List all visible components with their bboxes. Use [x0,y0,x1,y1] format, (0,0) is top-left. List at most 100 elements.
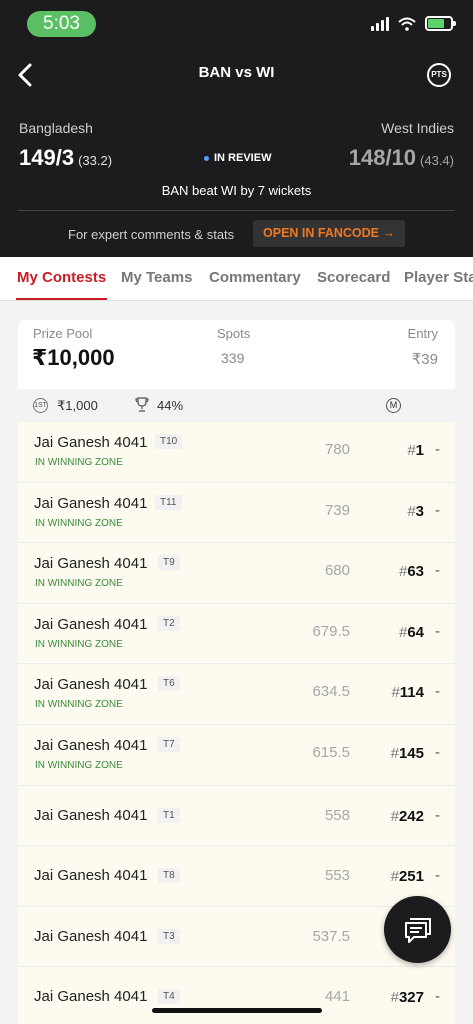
leaderboard-row[interactable]: Jai Ganesh 4041 T7 IN WINNING ZONE 615.5… [18,724,455,786]
multi-entry-icon: M [386,398,401,413]
team-badge: T8 [158,868,180,884]
expert-comments-text: For expert comments & stats [68,227,235,242]
row-points: 537.5 [312,927,350,945]
spots-value: 339 [221,350,245,366]
first-prize-icon: 1ST [33,398,48,413]
match-header: 5:03 BAN vs WI PTS Bangladesh West Indie… [0,0,473,257]
active-tab-indicator [16,298,107,300]
winning-zone-label: IN WINNING ZONE [35,699,123,711]
leaderboard-row[interactable]: Jai Ganesh 4041 T10 IN WINNING ZONE 780 … [18,422,455,483]
row-points: 558 [324,806,350,824]
rank-change-indicator: - [435,988,440,1006]
leaderboard-row[interactable]: Jai Ganesh 4041 T9 IN WINNING ZONE 680 #… [18,543,455,604]
chat-button[interactable] [384,896,451,963]
tab-player-stats[interactable]: Player Sta [404,269,473,286]
team-badge: T7 [158,736,180,752]
open-fancode-button[interactable]: OPEN IN FANCODE → [253,220,405,247]
row-points: 553 [324,867,350,885]
winning-zone-label: IN WINNING ZONE [35,638,123,650]
tab-scorecard[interactable]: Scorecard [317,269,390,286]
battery-icon [425,16,456,31]
player-name: Jai Ganesh 4041 [34,806,148,824]
rank-change-indicator: - [435,622,440,640]
player-name: Jai Ganesh 4041 [34,867,148,885]
overs-right: (43.4) [420,153,454,168]
rank-change-indicator: - [435,743,440,761]
leaderboard-row[interactable]: Jai Ganesh 4041 T8 553 #251 - [18,846,455,907]
score-right-value: 148/10 [348,145,417,170]
rank-value: 145 [398,744,424,762]
row-rank: #242 [390,807,424,825]
leaderboard-row[interactable]: Jai Ganesh 4041 T6 IN WINNING ZONE 634.5… [18,664,455,725]
team-badge: T3 [158,928,180,944]
row-points: 634.5 [312,683,350,701]
win-percentage: 44% [157,398,184,413]
row-rank: #145 [390,744,424,762]
row-rank: #1 [407,442,424,459]
team-badge: T4 [158,989,180,1005]
player-name: Jai Ganesh 4041 [34,988,148,1006]
row-points: 441 [324,988,350,1006]
player-name: Jai Ganesh 4041 [34,434,148,451]
tab-my-teams[interactable]: My Teams [121,269,192,286]
row-rank: #3 [407,502,424,520]
row-points: 780 [324,441,350,458]
team-badge: T6 [158,676,180,692]
first-prize-value: ₹1,000 [57,398,98,413]
chat-icon [405,918,431,943]
rank-value: 327 [398,989,424,1007]
row-points: 680 [324,562,350,580]
leaderboard-row[interactable]: Jai Ganesh 4041 T4 441 #327 - [18,967,455,1024]
team-left-name: Bangladesh [19,120,93,136]
tab-commentary[interactable]: Commentary [209,269,301,286]
spots-label: Spots [217,326,251,341]
prize-pool-label: Prize Pool [33,326,93,341]
winning-zone-label: IN WINNING ZONE [35,759,123,771]
signal-icon [371,16,389,31]
match-status-label: IN REVIEW [214,152,272,164]
player-name: Jai Ganesh 4041 [34,615,148,633]
row-rank: #251 [390,868,424,886]
row-points: 615.5 [312,743,350,761]
rank-value: 251 [398,868,424,886]
player-name: Jai Ganesh 4041 [34,736,148,754]
score-left-value: 149/3 [19,145,75,170]
contest-info-bar: 1ST ₹1,000 44% M [18,389,455,422]
team-badge: T1 [158,807,180,823]
rank-change-indicator: - [435,562,440,580]
leaderboard-row[interactable]: Jai Ganesh 4041 T1 558 #242 - [18,785,455,847]
rank-change-indicator: - [435,867,440,885]
player-name: Jai Ganesh 4041 [34,927,148,945]
team-badge: T2 [158,615,180,631]
player-name: Jai Ganesh 4041 [34,676,148,694]
leaderboard-row[interactable]: Jai Ganesh 4041 T2 IN WINNING ZONE 679.5… [18,603,455,665]
rank-change-indicator: - [435,806,440,824]
status-time: 5:03 [27,11,96,37]
row-points: 679.5 [312,622,350,640]
prize-pool-value: ₹10,000 [32,345,115,370]
overs-left: (33.2) [78,153,113,168]
team-badge: T10 [155,434,183,449]
rank-value: 242 [398,807,424,825]
trophy-icon [135,397,149,412]
entry-label: Entry [407,326,438,341]
leaderboard-row[interactable]: Jai Ganesh 4041 T11 IN WINNING ZONE 739 … [18,482,455,544]
status-icons [371,16,456,31]
team-right-name: West Indies [381,120,454,136]
row-rank: #63 [398,563,424,581]
rank-value: 114 [399,684,424,702]
entry-value: ₹39 [411,351,438,368]
winning-zone-label: IN WINNING ZONE [35,457,123,468]
tab-my-contests[interactable]: My Contests [17,269,106,286]
match-result: BAN beat WI by 7 wickets [161,183,312,198]
pts-icon[interactable]: PTS [427,63,451,87]
winning-zone-label: IN WINNING ZONE [35,517,123,529]
header-divider [18,210,455,211]
rank-value: 1 [415,442,424,459]
rank-change-indicator: - [435,683,440,701]
rank-change-indicator: - [435,441,440,458]
row-rank: #327 [390,989,424,1007]
player-name: Jai Ganesh 4041 [34,494,148,512]
rank-value: 3 [415,502,424,520]
row-rank: #114 [391,684,424,702]
